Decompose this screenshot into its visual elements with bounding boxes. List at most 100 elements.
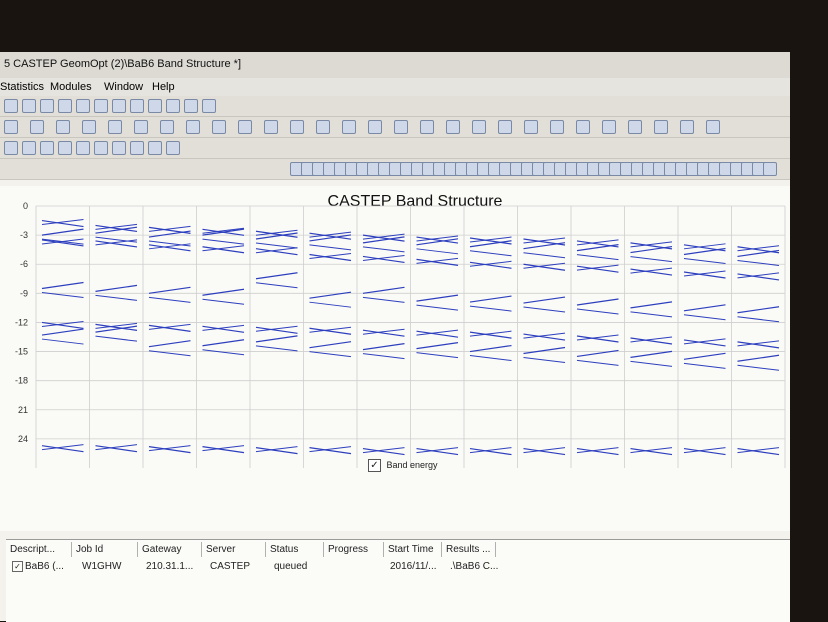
band-line bbox=[523, 242, 566, 250]
cell-progress bbox=[328, 560, 332, 574]
toolbar-tool-icon[interactable] bbox=[238, 120, 252, 134]
col-results[interactable]: Results ... bbox=[442, 542, 496, 557]
toolbar-1 bbox=[0, 96, 790, 117]
toolbar-tool-icon[interactable] bbox=[420, 120, 434, 134]
band-line bbox=[576, 308, 619, 315]
cell-description-text: BaB6 (... bbox=[25, 561, 64, 572]
band-line bbox=[95, 335, 138, 342]
toolbar-tool-icon[interactable] bbox=[576, 120, 590, 134]
toolbar-tool-icon[interactable] bbox=[680, 120, 694, 134]
toolbar-tool-icon[interactable] bbox=[112, 141, 126, 155]
band-line bbox=[255, 272, 298, 280]
toolbar-tool-icon[interactable] bbox=[550, 120, 564, 134]
toolbar-tool-icon[interactable] bbox=[148, 99, 162, 113]
menu-window[interactable]: Window bbox=[104, 81, 143, 93]
col-server[interactable]: Server bbox=[202, 542, 266, 557]
band-line bbox=[416, 248, 459, 255]
band-line bbox=[362, 353, 405, 360]
toolbar-tool-icon[interactable] bbox=[498, 120, 512, 134]
toolbar-tool-icon[interactable] bbox=[130, 99, 144, 113]
band-line bbox=[523, 296, 566, 304]
band-line bbox=[362, 286, 405, 294]
toolbar-tool-icon[interactable] bbox=[446, 120, 460, 134]
toolbar-tool-icon[interactable] bbox=[112, 99, 126, 113]
toolbar-tool-icon[interactable] bbox=[56, 120, 70, 134]
band-line bbox=[737, 306, 780, 314]
col-description[interactable]: Descript... bbox=[6, 542, 72, 557]
toolbar-tool-icon[interactable] bbox=[394, 120, 408, 134]
col-start-time[interactable]: Start Time bbox=[384, 542, 442, 557]
cell-job-id: W1GHW bbox=[82, 561, 122, 572]
toolbar-tool-icon[interactable] bbox=[40, 99, 54, 113]
menu-modules[interactable]: Modules bbox=[50, 81, 92, 93]
toolbar-tool-icon[interactable] bbox=[82, 120, 96, 134]
toolbar-tool-icon[interactable] bbox=[58, 141, 72, 155]
toolbar-tool-icon[interactable] bbox=[4, 141, 18, 155]
toolbar-tool-icon[interactable] bbox=[76, 141, 90, 155]
toolbar-tool-icon[interactable] bbox=[602, 120, 616, 134]
toolbar-tool-icon[interactable] bbox=[4, 120, 18, 134]
toolbar-tool-icon[interactable] bbox=[763, 162, 777, 176]
row-checkbox[interactable]: ✓ bbox=[12, 561, 23, 572]
band-line bbox=[737, 259, 780, 266]
toolbar-tool-icon[interactable] bbox=[202, 99, 216, 113]
toolbar-tool-icon[interactable] bbox=[130, 141, 144, 155]
application-window: 5 CASTEP GeomOpt (2)\BaB6 Band Structure… bbox=[0, 52, 790, 621]
band-line bbox=[469, 250, 512, 257]
toolbar-tool-icon[interactable] bbox=[628, 120, 642, 134]
y-tick-label: -12 bbox=[15, 317, 28, 327]
toolbar-tool-icon[interactable] bbox=[368, 120, 382, 134]
band-line bbox=[737, 354, 780, 362]
toolbar-tool-icon[interactable] bbox=[166, 141, 180, 155]
cell-results: .\BaB6 C... bbox=[450, 561, 499, 572]
toolbar-tool-icon[interactable] bbox=[524, 120, 538, 134]
band-line bbox=[576, 359, 619, 366]
toolbar-tool-icon[interactable] bbox=[22, 99, 36, 113]
cell-server: CASTEP bbox=[210, 561, 251, 572]
toolbar-tool-icon[interactable] bbox=[184, 99, 198, 113]
toolbar-tool-icon[interactable] bbox=[134, 120, 148, 134]
band-line bbox=[202, 288, 245, 296]
toolbar-tool-icon[interactable] bbox=[654, 120, 668, 134]
toolbar-tool-icon[interactable] bbox=[212, 120, 226, 134]
toolbar-tool-icon[interactable] bbox=[94, 99, 108, 113]
toolbar-tool-icon[interactable] bbox=[4, 99, 18, 113]
band-line bbox=[469, 295, 512, 303]
band-line bbox=[148, 296, 191, 303]
col-job-id[interactable]: Job Id bbox=[72, 542, 138, 557]
toolbar-tool-icon[interactable] bbox=[186, 120, 200, 134]
toolbar-tool-icon[interactable] bbox=[40, 141, 54, 155]
y-tick-label: 24 bbox=[18, 434, 28, 444]
toolbar-tool-icon[interactable] bbox=[166, 99, 180, 113]
col-progress[interactable]: Progress bbox=[324, 542, 384, 557]
toolbar-tool-icon[interactable] bbox=[290, 120, 304, 134]
toolbar-tool-icon[interactable] bbox=[30, 120, 44, 134]
band-line bbox=[630, 360, 673, 367]
menu-statistics[interactable]: Statistics bbox=[0, 81, 44, 93]
toolbar-tool-icon[interactable] bbox=[316, 120, 330, 134]
window-title: 5 CASTEP GeomOpt (2)\BaB6 Band Structure… bbox=[4, 58, 242, 70]
band-line bbox=[95, 284, 138, 292]
band-line bbox=[255, 242, 298, 249]
legend-label: Band energy bbox=[386, 459, 438, 470]
col-gateway[interactable]: Gateway bbox=[138, 542, 202, 557]
band-line bbox=[255, 345, 298, 352]
band-line bbox=[202, 339, 245, 347]
legend-checkbox[interactable]: ✓ bbox=[368, 459, 381, 472]
menu-help[interactable]: Help bbox=[152, 81, 175, 93]
toolbar-tool-icon[interactable] bbox=[148, 141, 162, 155]
toolbar-tool-icon[interactable] bbox=[160, 120, 174, 134]
toolbar-tool-icon[interactable] bbox=[94, 141, 108, 155]
band-line bbox=[41, 328, 84, 336]
toolbar-tool-icon[interactable] bbox=[264, 120, 278, 134]
toolbar-tool-icon[interactable] bbox=[58, 99, 72, 113]
band-line bbox=[737, 316, 780, 323]
toolbar-tool-icon[interactable] bbox=[22, 141, 36, 155]
col-status[interactable]: Status bbox=[266, 542, 324, 557]
toolbar-tool-icon[interactable] bbox=[472, 120, 486, 134]
band-line bbox=[148, 340, 191, 348]
toolbar-tool-icon[interactable] bbox=[76, 99, 90, 113]
toolbar-tool-icon[interactable] bbox=[108, 120, 122, 134]
toolbar-tool-icon[interactable] bbox=[342, 120, 356, 134]
toolbar-tool-icon[interactable] bbox=[706, 120, 720, 134]
